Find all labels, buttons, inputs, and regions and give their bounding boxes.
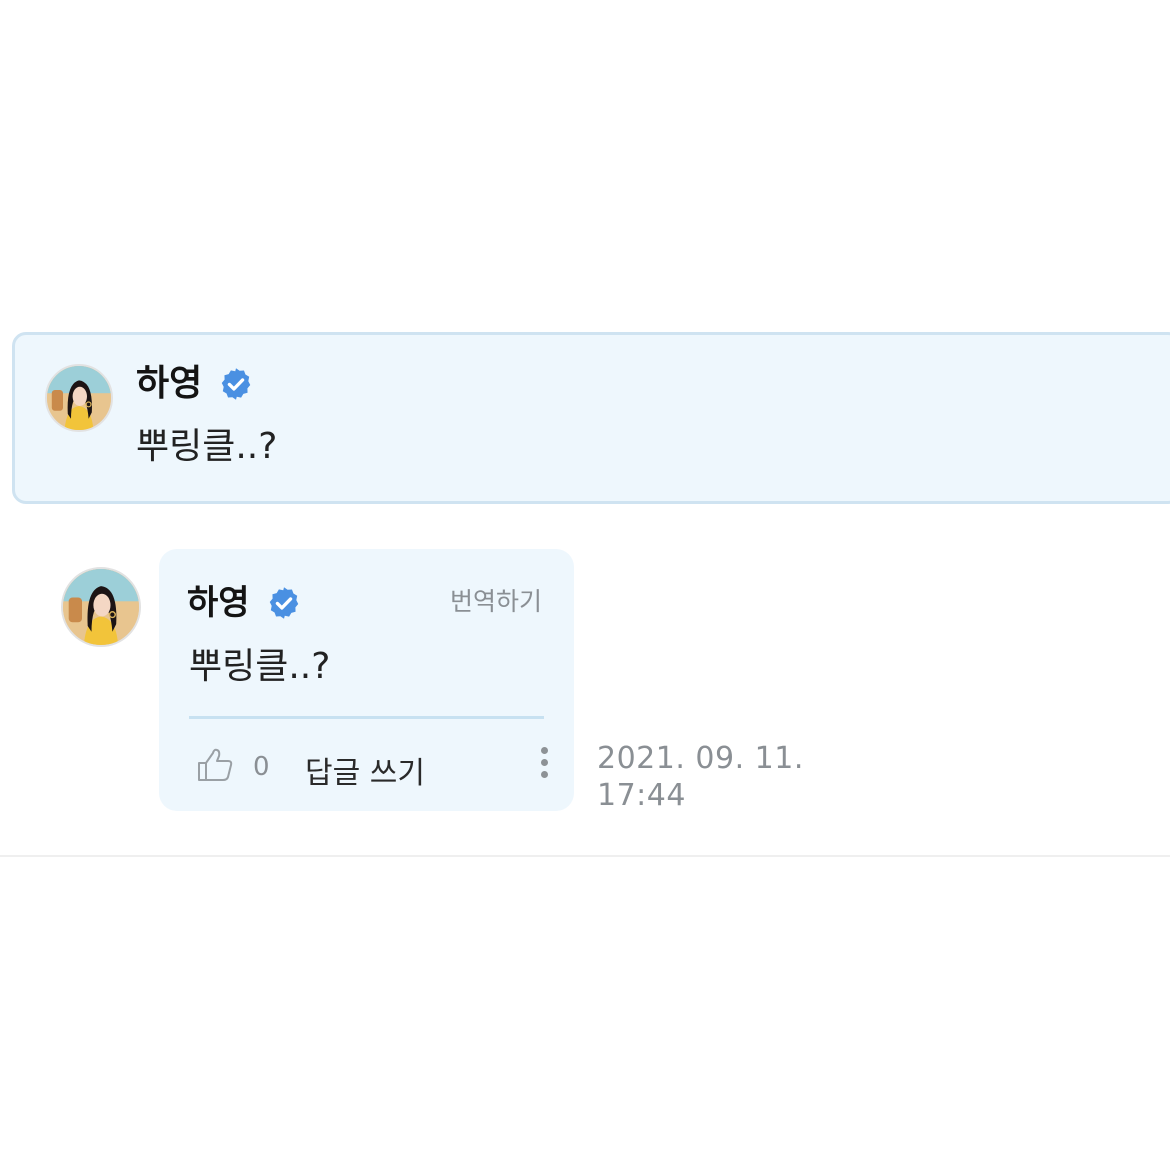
write-reply-button[interactable]: 답글 쓰기 (305, 748, 425, 792)
avatar-image (47, 366, 111, 430)
timestamp-time: 17:44 (597, 778, 686, 813)
thumbs-up-icon (198, 748, 233, 781)
section-divider (0, 855, 1170, 857)
reply-avatar[interactable] (61, 567, 141, 647)
translate-button[interactable]: 번역하기 (450, 582, 542, 618)
more-vertical-icon[interactable] (538, 747, 550, 783)
author-name[interactable]: 하영 (187, 586, 250, 620)
verified-badge-icon (266, 585, 302, 621)
author-name[interactable]: 하영 (136, 366, 202, 402)
comment-text: 뿌링클..? (136, 426, 278, 467)
like-count: 0 (253, 752, 270, 782)
avatar-image (63, 569, 139, 645)
divider (189, 716, 544, 719)
comment-author-row: 하영 (136, 366, 254, 402)
timestamp: 2021. 09. 11. 17:44 (597, 740, 804, 814)
verified-badge-icon (218, 366, 254, 402)
timestamp-date: 2021. 09. 11. (597, 741, 804, 776)
reply-action-row: 0 답글 쓰기 (195, 745, 550, 792)
like-button[interactable] (195, 745, 235, 785)
highlighted-comment-card[interactable]: 하영 뿌링클..? (12, 332, 1170, 504)
avatar[interactable] (45, 364, 113, 432)
reply-bubble: 하영 번역하기 뿌링클..? 0 답글 쓰기 (159, 549, 574, 811)
reply-author-row: 하영 (187, 585, 302, 621)
comment-thread: 하영 뿌링클..? 하영 번역하기 뿌링클..? 0 답글 쓰기 2021. 0… (0, 0, 1170, 1170)
reply-text: 뿌링클..? (189, 646, 331, 687)
